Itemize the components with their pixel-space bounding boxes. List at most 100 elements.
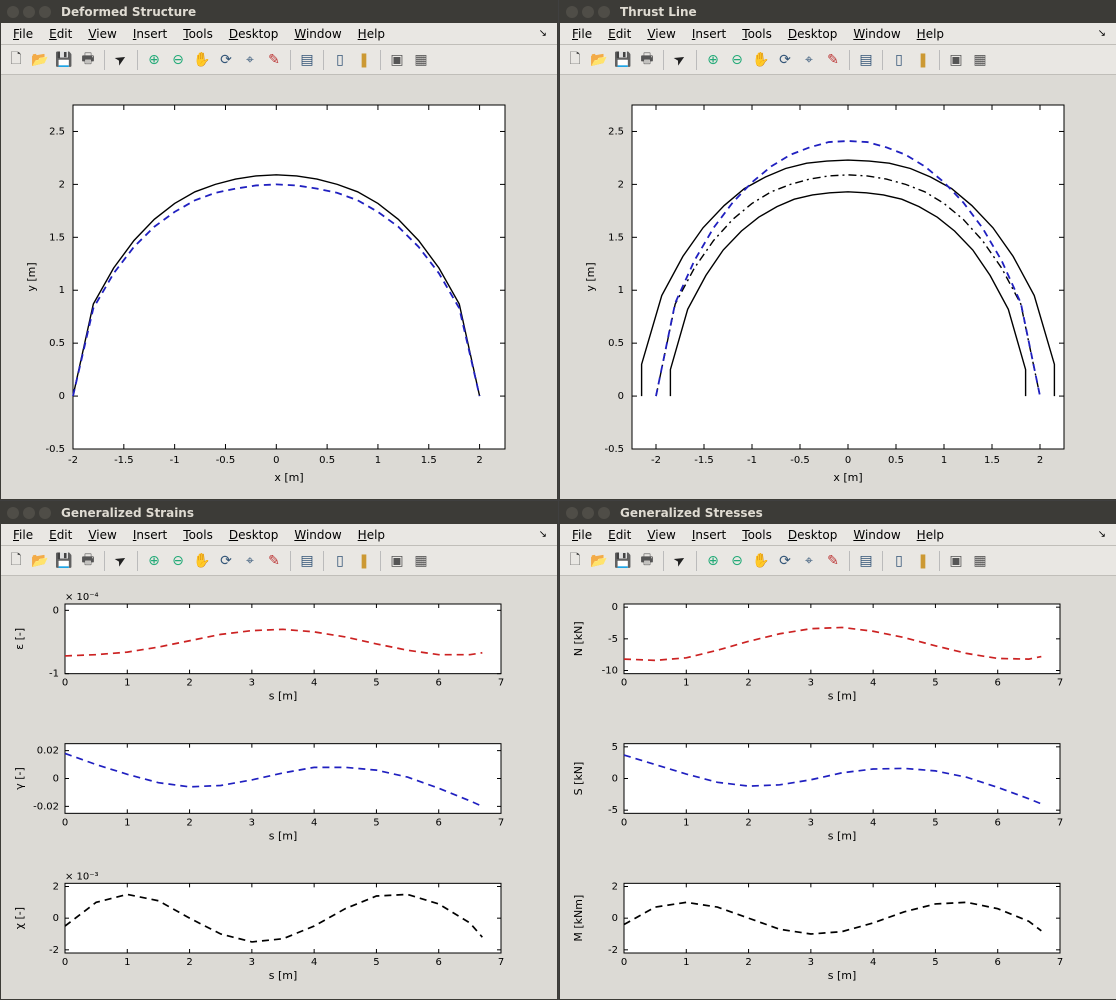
titlebar[interactable]: Generalized Stresses xyxy=(560,502,1116,524)
show-plot-tools-icon[interactable]: ▦ xyxy=(410,49,432,71)
pointer-icon[interactable]: ➤ xyxy=(110,49,132,71)
legend-icon[interactable]: ▯ xyxy=(329,550,351,572)
show-plot-tools-icon[interactable]: ▦ xyxy=(969,49,991,71)
menu-overflow-icon[interactable]: ↘ xyxy=(1098,28,1112,39)
hide-plot-tools-icon[interactable]: ▣ xyxy=(386,550,408,572)
zoom-in-icon[interactable]: ⊕ xyxy=(702,550,724,572)
menu-insert[interactable]: Insert xyxy=(125,25,175,43)
print-icon[interactable]: 🖶 xyxy=(636,550,658,572)
titlebar[interactable]: Thrust Line xyxy=(560,1,1116,23)
insert-colorbar-icon[interactable]: ▤ xyxy=(296,49,318,71)
show-plot-tools-icon[interactable]: ▦ xyxy=(969,550,991,572)
data-cursor-icon[interactable]: ⌖ xyxy=(798,49,820,71)
pan-icon[interactable]: ✋ xyxy=(750,49,772,71)
titlebar[interactable]: Deformed Structure xyxy=(1,1,557,23)
menu-view[interactable]: View xyxy=(639,526,683,544)
zoom-out-icon[interactable]: ⊖ xyxy=(726,550,748,572)
pan-icon[interactable]: ✋ xyxy=(750,550,772,572)
menu-desktop[interactable]: Desktop xyxy=(221,526,287,544)
menu-insert[interactable]: Insert xyxy=(684,25,734,43)
menu-tools[interactable]: Tools xyxy=(175,526,221,544)
menu-overflow-icon[interactable]: ↘ xyxy=(539,529,553,540)
menu-desktop[interactable]: Desktop xyxy=(221,25,287,43)
menu-desktop[interactable]: Desktop xyxy=(780,526,846,544)
brush-icon[interactable]: ✎ xyxy=(263,49,285,71)
open-file-icon[interactable]: 📂 xyxy=(588,550,610,572)
new-file-icon[interactable]: 🗋 xyxy=(564,550,586,572)
close-icon[interactable] xyxy=(566,507,578,519)
plot-canvas[interactable]: 01234567-10-50N [kN]s [m]01234567-505S [… xyxy=(560,576,1116,999)
brush-icon[interactable]: ✎ xyxy=(263,550,285,572)
menu-tools[interactable]: Tools xyxy=(734,25,780,43)
new-file-icon[interactable]: 🗋 xyxy=(564,49,586,71)
maximize-icon[interactable] xyxy=(39,507,51,519)
menu-overflow-icon[interactable]: ↘ xyxy=(539,28,553,39)
pan-icon[interactable]: ✋ xyxy=(191,49,213,71)
menu-edit[interactable]: Edit xyxy=(600,526,639,544)
menu-help[interactable]: Help xyxy=(909,25,952,43)
minimize-icon[interactable] xyxy=(582,507,594,519)
close-icon[interactable] xyxy=(7,6,19,18)
legend-icon[interactable]: ▯ xyxy=(329,49,351,71)
insert-colorbar-icon[interactable]: ▤ xyxy=(296,550,318,572)
insert-colorbar-icon[interactable]: ▤ xyxy=(855,550,877,572)
pointer-icon[interactable]: ➤ xyxy=(669,49,691,71)
plot-canvas[interactable]: -2-1.5-1-0.500.511.52-0.500.511.522.5x [… xyxy=(1,75,557,499)
colorbar-icon[interactable]: ❚ xyxy=(912,49,934,71)
menu-view[interactable]: View xyxy=(80,526,124,544)
new-file-icon[interactable]: 🗋 xyxy=(5,49,27,71)
plot-canvas[interactable]: -2-1.5-1-0.500.511.52-0.500.511.522.5x [… xyxy=(560,75,1116,499)
menu-help[interactable]: Help xyxy=(909,526,952,544)
zoom-out-icon[interactable]: ⊖ xyxy=(726,49,748,71)
menu-insert[interactable]: Insert xyxy=(125,526,175,544)
minimize-icon[interactable] xyxy=(23,507,35,519)
legend-icon[interactable]: ▯ xyxy=(888,550,910,572)
close-icon[interactable] xyxy=(566,6,578,18)
data-cursor-icon[interactable]: ⌖ xyxy=(798,550,820,572)
save-icon[interactable]: 💾 xyxy=(612,550,634,572)
menu-edit[interactable]: Edit xyxy=(600,25,639,43)
hide-plot-tools-icon[interactable]: ▣ xyxy=(945,550,967,572)
menu-window[interactable]: Window xyxy=(845,526,908,544)
insert-colorbar-icon[interactable]: ▤ xyxy=(855,49,877,71)
menu-edit[interactable]: Edit xyxy=(41,526,80,544)
print-icon[interactable]: 🖶 xyxy=(77,49,99,71)
zoom-in-icon[interactable]: ⊕ xyxy=(143,550,165,572)
maximize-icon[interactable] xyxy=(39,6,51,18)
menu-insert[interactable]: Insert xyxy=(684,526,734,544)
data-cursor-icon[interactable]: ⌖ xyxy=(239,550,261,572)
menu-window[interactable]: Window xyxy=(286,25,349,43)
open-file-icon[interactable]: 📂 xyxy=(29,49,51,71)
menu-tools[interactable]: Tools xyxy=(734,526,780,544)
save-icon[interactable]: 💾 xyxy=(53,550,75,572)
rotate-icon[interactable]: ⟳ xyxy=(215,49,237,71)
hide-plot-tools-icon[interactable]: ▣ xyxy=(945,49,967,71)
save-icon[interactable]: 💾 xyxy=(53,49,75,71)
menu-edit[interactable]: Edit xyxy=(41,25,80,43)
legend-icon[interactable]: ▯ xyxy=(888,49,910,71)
rotate-icon[interactable]: ⟳ xyxy=(215,550,237,572)
zoom-in-icon[interactable]: ⊕ xyxy=(702,49,724,71)
brush-icon[interactable]: ✎ xyxy=(822,49,844,71)
pan-icon[interactable]: ✋ xyxy=(191,550,213,572)
zoom-out-icon[interactable]: ⊖ xyxy=(167,550,189,572)
menu-view[interactable]: View xyxy=(80,25,124,43)
menu-file[interactable]: File xyxy=(5,25,41,43)
colorbar-icon[interactable]: ❚ xyxy=(353,49,375,71)
menu-window[interactable]: Window xyxy=(286,526,349,544)
print-icon[interactable]: 🖶 xyxy=(636,49,658,71)
data-cursor-icon[interactable]: ⌖ xyxy=(239,49,261,71)
colorbar-icon[interactable]: ❚ xyxy=(353,550,375,572)
minimize-icon[interactable] xyxy=(23,6,35,18)
menu-overflow-icon[interactable]: ↘ xyxy=(1098,529,1112,540)
menu-file[interactable]: File xyxy=(5,526,41,544)
print-icon[interactable]: 🖶 xyxy=(77,550,99,572)
brush-icon[interactable]: ✎ xyxy=(822,550,844,572)
pointer-icon[interactable]: ➤ xyxy=(669,550,691,572)
menu-tools[interactable]: Tools xyxy=(175,25,221,43)
menu-help[interactable]: Help xyxy=(350,526,393,544)
menu-view[interactable]: View xyxy=(639,25,683,43)
minimize-icon[interactable] xyxy=(582,6,594,18)
plot-canvas[interactable]: 01234567-10× 10⁻⁴ε [-]s [m]01234567-0.02… xyxy=(1,576,557,999)
rotate-icon[interactable]: ⟳ xyxy=(774,49,796,71)
